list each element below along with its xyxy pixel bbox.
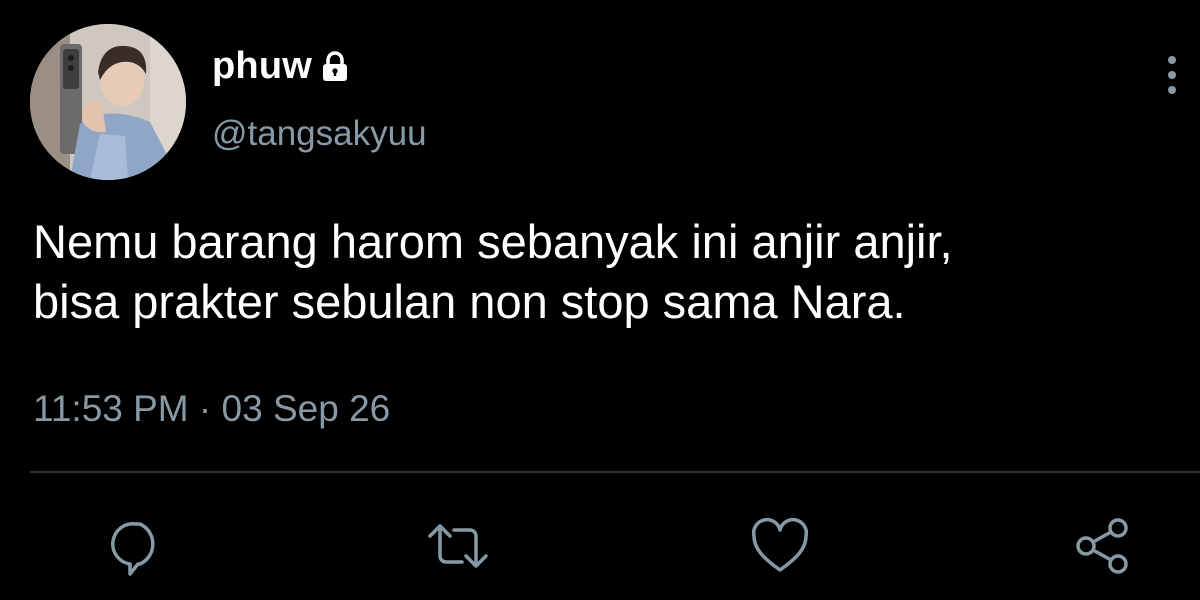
reply-icon bbox=[111, 522, 155, 576]
share-icon bbox=[1076, 518, 1128, 574]
display-name[interactable]: phuw bbox=[212, 45, 312, 88]
tweet-date: 03 Sep 26 bbox=[221, 388, 391, 429]
divider bbox=[30, 471, 1200, 473]
tweet-text: Nemu barang harom sebanyak ini anjir anj… bbox=[33, 215, 953, 328]
retweet-icon bbox=[428, 524, 488, 568]
more-options-icon[interactable] bbox=[1158, 52, 1186, 98]
avatar-photo bbox=[30, 24, 186, 180]
tweet-time: 11:53 PM bbox=[33, 388, 189, 429]
timestamp-separator: · bbox=[188, 388, 222, 429]
avatar[interactable] bbox=[30, 24, 186, 180]
lock-icon bbox=[320, 50, 350, 82]
tweet-card: phuw @tangsakyuu Nemu barang harom seban… bbox=[0, 0, 1200, 600]
display-name-row: phuw bbox=[212, 42, 350, 90]
retweet-button[interactable] bbox=[426, 514, 490, 578]
reply-button[interactable] bbox=[106, 514, 170, 578]
like-icon bbox=[751, 517, 809, 572]
tweet-timestamp[interactable]: 11:53 PM · 03 Sep 26 bbox=[33, 388, 390, 430]
like-button[interactable] bbox=[748, 514, 812, 578]
share-button[interactable] bbox=[1070, 514, 1134, 578]
user-handle[interactable]: @tangsakyuu bbox=[212, 114, 427, 154]
